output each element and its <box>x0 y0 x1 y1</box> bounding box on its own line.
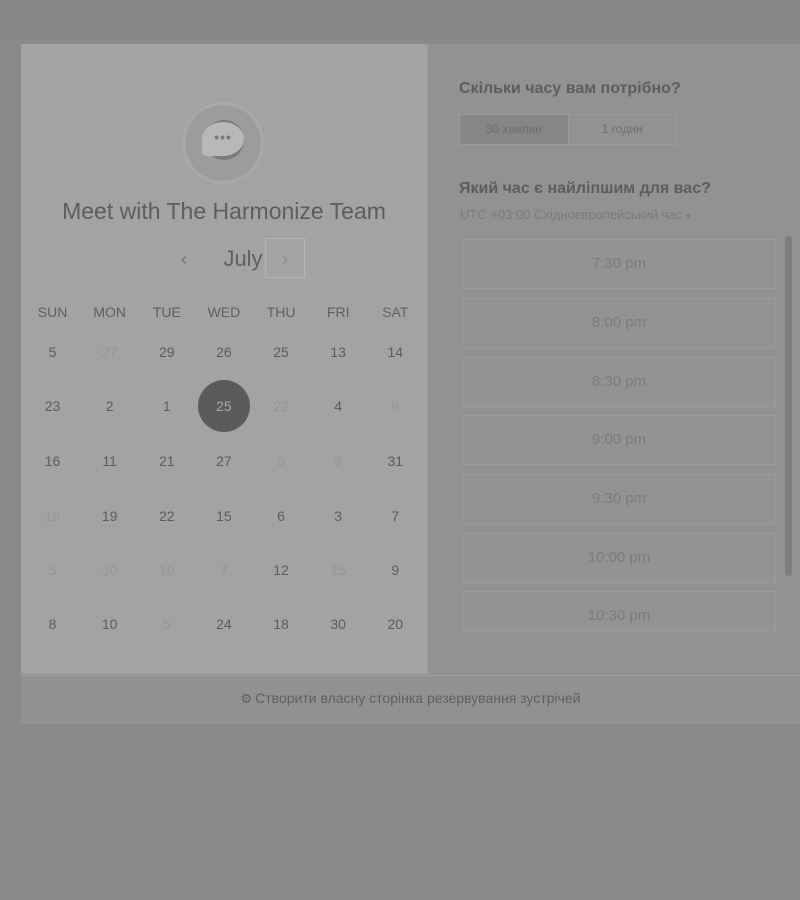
calendar-week-3: 16 11 21 27 5 8 31 <box>24 436 424 486</box>
time-slot-button[interactable]: 10:00 pm <box>462 533 776 583</box>
duration-30-min-button[interactable]: 30 хвилин <box>460 115 569 144</box>
create-meetings-page-link[interactable]: ⚙ Створити власну сторінка резервування з… <box>21 690 800 707</box>
calendar-day[interactable]: 11 <box>81 436 138 486</box>
calendar-week-6: 8 10 5 24 18 30 20 <box>24 599 424 649</box>
weekday-sat: SAT <box>382 304 409 320</box>
calendar-week-4: 15 19 22 15 6 3 7 <box>24 491 424 541</box>
calendar-day[interactable]: 22 <box>138 491 195 541</box>
calendar-day[interactable]: 6 <box>253 491 310 541</box>
calendar-day: 15 <box>44 508 61 524</box>
calendar-day[interactable]: 1 <box>138 381 195 431</box>
calendar-day[interactable]: 3 <box>310 491 367 541</box>
calendar-day[interactable]: 5 <box>24 327 81 377</box>
calendar-day[interactable]: 14 <box>367 327 424 377</box>
calendar-day-selected[interactable]: 25 <box>195 380 252 432</box>
calendar-day: 5 <box>277 453 285 469</box>
calendar-day: 8 <box>334 453 343 469</box>
footer: ⚙ Створити власну сторінка резервування з… <box>21 675 800 722</box>
calendar-day[interactable]: 10 <box>81 599 138 649</box>
timezone-label: UTC +03:00 Східноєвропейський час <box>460 207 682 222</box>
calendar-day: 22 <box>273 398 289 414</box>
weekday-wed: WED <box>207 304 241 320</box>
calendar-day[interactable]: 30 <box>310 599 367 649</box>
next-month-button[interactable]: › <box>265 238 305 278</box>
calendar-day: 6 <box>391 398 400 414</box>
calendar-day: 15 <box>330 562 346 578</box>
time-slot-button[interactable]: 9:00 pm <box>462 415 776 465</box>
calendar-day[interactable]: 29 <box>138 327 195 377</box>
calendar-day: 27 <box>101 344 118 360</box>
calendar-week-2: 23 2 1 25 22 4 6 <box>24 380 424 432</box>
calendar-day[interactable]: 23 <box>24 381 81 431</box>
calendar-day[interactable]: 20 <box>367 599 424 649</box>
calendar-day: 5 <box>48 562 57 578</box>
duration-1-hour-button[interactable]: 1 годин <box>569 115 677 144</box>
calendar-day: 7 <box>220 562 228 578</box>
calendar-day[interactable]: 26 <box>195 327 252 377</box>
calendar-week-1: 5 27 29 26 25 13 14 <box>24 327 424 377</box>
previous-month-button[interactable]: ‹ <box>171 244 197 274</box>
hubspot-sprocket-icon: ⚙ <box>240 691 253 706</box>
time-question: Який час є найліпшим для вас? <box>459 180 711 197</box>
calendar-day: 10 <box>159 562 175 578</box>
duration-question: Скільки часу вам потрібно? <box>459 80 681 97</box>
calendar-day[interactable]: 9 <box>367 545 424 595</box>
calendar-day[interactable]: 21 <box>138 436 195 486</box>
calendar-day[interactable]: 24 <box>195 599 252 649</box>
weekday-fri: FRI <box>326 304 350 320</box>
footer-link-label: Створити власну сторінка резервування зу… <box>255 690 581 706</box>
calendar-day[interactable]: 16 <box>24 436 81 486</box>
calendar-day: 30 <box>101 562 118 578</box>
caret-down-icon: ▾ <box>685 211 691 221</box>
chat-bubble-icon: ••• <box>202 122 244 156</box>
meeting-title: Meet with The Harmonize Team <box>62 198 386 224</box>
time-slot-button[interactable]: 10:30 pm <box>462 591 776 631</box>
calendar-day[interactable]: 25 <box>253 327 310 377</box>
calendar-day[interactable]: 4 <box>310 381 367 431</box>
calendar-day[interactable]: 27 <box>195 436 252 486</box>
time-slot-button[interactable]: 8:00 pm <box>462 298 776 348</box>
time-slots-scrollbar[interactable] <box>785 236 792 576</box>
weekday-mon: MON <box>93 304 127 320</box>
calendar-day[interactable]: 31 <box>367 436 424 486</box>
duration-toggle: 30 хвилин 1 годин <box>459 114 677 145</box>
calendar-week-5: 5 30 10 7 12 15 9 <box>24 545 424 595</box>
weekday-thu: THU <box>266 304 296 320</box>
top-strip <box>0 0 800 40</box>
calendar-day: 5 <box>162 616 171 632</box>
timezone-select[interactable]: UTC +03:00 Східноєвропейський час ▾ <box>460 207 691 222</box>
calendar-day[interactable]: 2 <box>81 381 138 431</box>
calendar-day[interactable]: 19 <box>81 491 138 541</box>
calendar-day[interactable]: 18 <box>253 599 310 649</box>
weekday-sun: SUN <box>37 304 68 320</box>
calendar-day[interactable]: 15 <box>195 491 252 541</box>
time-slot-button[interactable]: 8:30 pm <box>462 357 776 407</box>
calendar-day[interactable]: 7 <box>367 491 424 541</box>
weekday-tue: TUE <box>152 304 181 320</box>
time-slot-button[interactable]: 9:30 pm <box>462 474 776 524</box>
avatar: ••• <box>182 102 264 184</box>
time-slot-button[interactable]: 7:30 pm <box>462 239 776 289</box>
calendar-day[interactable]: 12 <box>253 545 310 595</box>
calendar-day[interactable]: 8 <box>24 599 81 649</box>
weekday-header: SUN MON TUE WED THU FRI SAT <box>24 304 424 326</box>
month-navigation: ‹ July › <box>21 238 427 280</box>
calendar-day[interactable]: 13 <box>310 327 367 377</box>
